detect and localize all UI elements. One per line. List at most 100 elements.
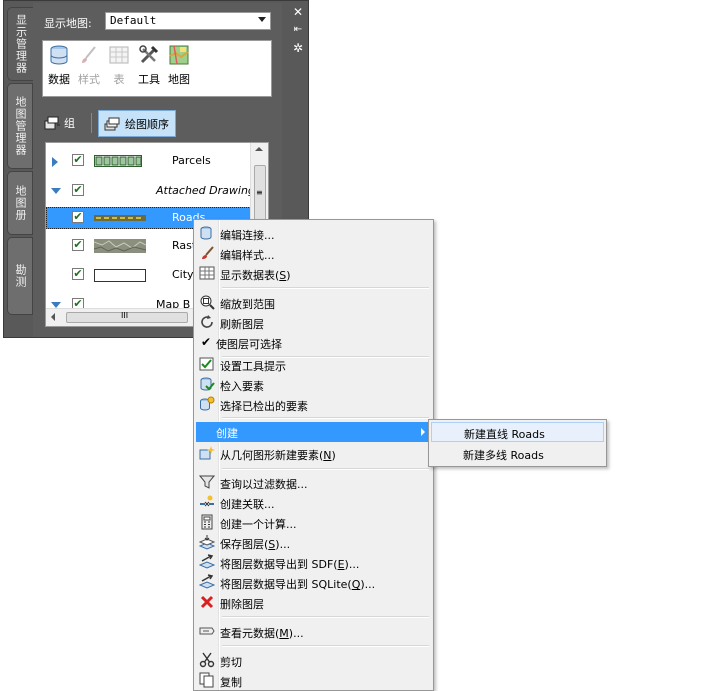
close-icon[interactable]: ✕ [289,5,307,19]
menu-item-view-metadata[interactable]: 查看元数据(M)... [196,622,431,642]
style-button-label: 样式 [78,73,100,86]
table-button-label: 表 [113,73,125,86]
scroll-up-icon[interactable] [255,147,263,151]
map-select[interactable]: Default [105,12,271,30]
map-button[interactable]: 地图 [165,44,193,87]
menu-item-label: 新建多线 Roads [463,449,544,462]
checkmark-icon: ✔ [201,335,212,349]
brush-icon [82,46,96,63]
menu-separator [222,417,429,419]
tab-display-manager[interactable]: 显示管理器 [7,7,33,81]
layer-visibility-checkbox[interactable]: ✔ [72,239,84,251]
scroll-left-icon[interactable] [51,313,55,321]
menu-item-export-sdf[interactable]: 将图层数据导出到 SDF(E)... [196,553,431,573]
expand-arrow-icon[interactable] [52,157,58,167]
save-layer-icon [199,535,215,550]
style-button[interactable]: 样式 [75,44,103,87]
refresh-icon [201,315,213,328]
map-select-value: Default [110,14,157,27]
menu-item-save-layer[interactable]: 保存图层(S)... [196,533,431,553]
menu-separator [222,468,429,470]
auto-hide-icon[interactable]: ⇤ [289,23,307,37]
label-suffix: )... [360,578,376,591]
menu-item-label: 查询以过滤数据... [220,478,308,491]
group-label: 组 [64,117,75,130]
check-in-icon [200,377,215,391]
tab-survey[interactable]: 勘测 [7,237,33,315]
vertical-scroll-thumb[interactable]: ≡ [254,165,266,227]
horizontal-scroll-thumb[interactable]: III [66,311,188,323]
menu-item-create[interactable]: 创建 [196,422,431,442]
menu-item-label: 创建一个计算... [220,518,297,531]
menu-item-set-tooltip[interactable]: 设置工具提示 [196,355,431,375]
menu-item-copy[interactable]: 复制 [196,671,431,691]
menu-item-label: 设置工具提示 [220,360,286,373]
tab-map-book[interactable]: 地图册 [7,171,33,235]
calculator-icon [201,514,213,530]
menu-separator [222,287,429,289]
label-suffix: ) [331,449,336,462]
menu-item-label: 编辑连接... [220,229,275,242]
menu-item-select-checked-out[interactable]: 选择已检出的要素 [196,395,431,415]
metadata-icon [199,627,215,635]
submenu-arrow-icon [421,428,425,436]
menu-item-delete-layer[interactable]: 删除图层 [196,593,431,613]
draw-order-icon [104,117,120,130]
menu-item-query-filter[interactable]: 查询以过滤数据... [196,473,431,493]
layer-row-attached-drawing[interactable]: ✔ Attached Drawing [46,180,255,202]
menu-item-create-calculation[interactable]: 创建一个计算... [196,513,431,533]
menu-item-new-line-roads[interactable]: 新建直线 Roads [431,422,604,442]
group-icon [44,116,60,130]
properties-icon[interactable]: ✲ [289,41,307,55]
menu-item-label: 创建关联... [220,498,275,511]
layer-visibility-checkbox[interactable]: ✔ [72,154,84,166]
layer-row-parcels[interactable]: ✔ Parcels [46,150,251,172]
menu-item-refresh-layer[interactable]: 刷新图层 [196,313,431,333]
draw-order-button[interactable]: 绘图顺序 [98,110,176,137]
export-icon [199,554,215,569]
table-button[interactable]: 表 [105,44,133,87]
menu-item-make-selectable[interactable]: ✔ 使图层可选择 [196,333,431,353]
group-button[interactable]: 组 [43,112,75,134]
menu-item-zoom-to-extents[interactable]: 缩放到范围 [196,293,431,313]
menu-item-check-in-features[interactable]: 检入要素 [196,375,431,395]
menu-item-label: 复制 [220,676,242,689]
menu-item-create-join[interactable]: 创建关联... [196,493,431,513]
menu-item-label: 刷新图层 [220,318,264,331]
tools-button[interactable]: 工具 [135,44,163,87]
map-icon [169,45,189,65]
menu-item-edit-connection[interactable]: 编辑连接... [196,224,431,244]
menu-item-label: 删除图层 [220,598,264,611]
menu-item-label: 将图层数据导出到 SQLite(Q)... [220,576,375,592]
raster-style-swatch [94,239,146,253]
layer-name: Attached Drawing [156,184,255,197]
tab-map-explorer[interactable]: 地图管理器 [7,83,33,169]
menu-item-label: 将图层数据导出到 SDF(E)... [220,556,359,572]
menu-item-edit-style[interactable]: 编辑样式... [196,244,431,264]
copy-icon [199,672,214,688]
data-button[interactable]: 数据 [45,44,73,87]
layer-visibility-checkbox[interactable]: ✔ [72,211,84,223]
map-button-label: 地图 [168,73,190,86]
menu-item-new-feature-from-geometry[interactable]: 从几何图形新建要素(N) [196,444,431,464]
menu-item-label: 保存图层(S)... [220,536,290,552]
chevron-down-icon [258,17,266,22]
menu-item-new-polyline-roads[interactable]: 新建多线 Roads [431,444,604,464]
collapse-arrow-icon[interactable] [51,188,61,194]
menu-item-show-data-table[interactable]: 显示数据表(S) [196,264,431,284]
menu-item-export-sqlite[interactable]: 将图层数据导出到 SQLite(Q)... [196,573,431,593]
grip-icon: III [121,311,129,320]
layer-visibility-checkbox[interactable]: ✔ [72,268,84,280]
tools-button-label: 工具 [138,73,160,86]
city-style-swatch [94,269,146,282]
tooltip-icon [199,357,214,371]
mnemonic: M [279,627,289,640]
select-checked-out-icon [200,396,215,411]
label-suffix: ) [286,269,291,282]
data-button-label: 数据 [48,73,70,86]
export-icon [199,574,215,589]
menu-item-label: 选择已检出的要素 [220,400,308,413]
layer-visibility-checkbox[interactable]: ✔ [72,184,84,196]
new-feature-icon [199,446,215,460]
menu-item-cut[interactable]: 剪切 [196,651,431,671]
